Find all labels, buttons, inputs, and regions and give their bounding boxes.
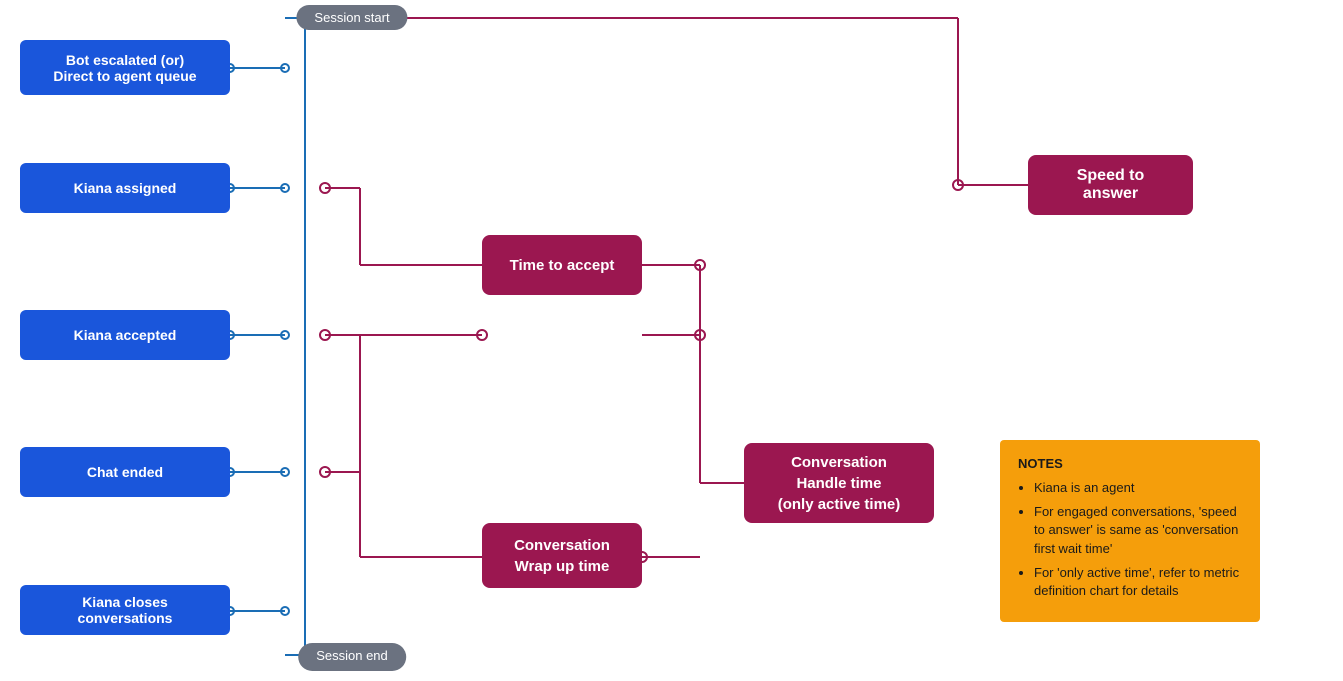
metric-conversation-wrap-up: Conversation Wrap up time xyxy=(482,523,642,588)
metric-time-to-accept: Time to accept xyxy=(482,235,642,295)
notes-title: NOTES xyxy=(1018,456,1242,471)
event-box-kiana-closes: Kiana closes conversations xyxy=(20,585,230,635)
session-end-pill: Session end xyxy=(298,643,406,671)
diagram-container: Session start Session end Bot escalated … xyxy=(0,0,1343,681)
event-box-chat-ended: Chat ended xyxy=(20,447,230,497)
metric-speed-to-answer: Speed to answer xyxy=(1028,155,1193,215)
notes-item-3: For 'only active time', refer to metric … xyxy=(1034,564,1242,600)
notes-item-2: For engaged conversations, 'speed to ans… xyxy=(1034,503,1242,558)
event-box-kiana-assigned: Kiana assigned xyxy=(20,163,230,213)
metric-conversation-handle-time: Conversation Handle time (only active ti… xyxy=(744,443,934,523)
notes-box: NOTES Kiana is an agent For engaged conv… xyxy=(1000,440,1260,622)
notes-item-1: Kiana is an agent xyxy=(1034,479,1242,497)
session-start-pill: Session start xyxy=(296,5,407,30)
event-box-bot-escalated: Bot escalated (or) Direct to agent queue xyxy=(20,40,230,95)
event-box-kiana-accepted: Kiana accepted xyxy=(20,310,230,360)
notes-list: Kiana is an agent For engaged conversati… xyxy=(1018,479,1242,600)
